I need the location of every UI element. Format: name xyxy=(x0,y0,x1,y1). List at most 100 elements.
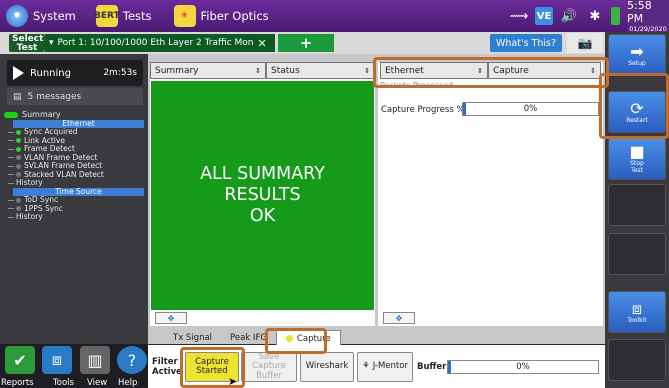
clock: 5:58 PM 01/29/2020 xyxy=(627,0,669,33)
pane-nav-icon[interactable]: ✥ xyxy=(383,312,415,324)
message-icon: ▤ xyxy=(13,91,22,102)
tests-icon: BERT xyxy=(94,5,120,27)
tab-tx-signal[interactable]: Tx Signal xyxy=(164,330,221,346)
test-label: Test xyxy=(16,43,38,53)
j-mentor-button[interactable]: ⚘ J-Mentor xyxy=(357,352,413,382)
add-test-button[interactable]: + xyxy=(278,34,334,52)
tree-connector xyxy=(8,199,14,201)
tree-connector xyxy=(8,131,14,133)
tab-fiber-optics-label: Fiber Optics xyxy=(200,9,269,23)
whats-this-button[interactable]: What's This? xyxy=(490,34,562,52)
summary-line-1: ALL SUMMARY xyxy=(200,164,325,184)
capture-progress-value: 0% xyxy=(523,104,538,114)
help-icon[interactable]: ? xyxy=(117,346,147,374)
setup-button[interactable]: ➡ Setup xyxy=(608,34,666,76)
view-icon[interactable]: ▥ xyxy=(80,346,110,374)
status-dot-icon xyxy=(16,155,21,161)
dock-tools[interactable]: Tools xyxy=(53,378,74,388)
tree-connector xyxy=(8,216,14,218)
run-status-label: Running xyxy=(30,67,71,79)
close-icon[interactable]: ✕ xyxy=(258,37,267,50)
tree-connector xyxy=(8,148,14,150)
arrow-right-icon: ➡ xyxy=(630,41,644,61)
port-tab-label: Port 1: 10/100/1000 Eth Layer 2 Traffic … xyxy=(57,38,254,48)
ve-icon: VE xyxy=(535,7,553,25)
status-dot-icon xyxy=(16,129,21,135)
reports-icon[interactable]: ✔ xyxy=(5,346,35,374)
subcategory-dropdown[interactable]: Status ⇕ xyxy=(266,62,375,79)
ok-pill xyxy=(4,112,18,119)
stop-test-button[interactable]: ■ Stop Test xyxy=(608,138,666,180)
buffer-progress-value: 0% xyxy=(516,362,530,372)
results-pane-right: Ethernet ⇕ Capture ⇕ Packets Processed Cap… xyxy=(378,62,603,326)
dock-reports[interactable]: Reports xyxy=(1,378,34,388)
tab-tests[interactable]: BERT Tests xyxy=(90,0,158,32)
buffer-progress-bar: 0% xyxy=(447,360,599,374)
pane-nav-icon[interactable]: ✥ xyxy=(155,312,187,324)
status-dot-icon xyxy=(16,206,21,212)
tab-fiber-optics[interactable]: ✳ Fiber Optics xyxy=(168,0,275,32)
empty-softkey[interactable] xyxy=(608,184,666,226)
results-tree: Summary Ethernet Sync Acquired Link Activ… xyxy=(4,110,144,222)
highlight-capture-tab xyxy=(265,328,327,354)
stop-icon: ■ xyxy=(629,142,645,161)
camera-icon[interactable]: 📷 xyxy=(567,33,603,53)
tree-connector xyxy=(8,157,14,159)
run-status[interactable]: Running 2m:53s xyxy=(7,60,143,86)
chevron-down-icon[interactable]: ▾ xyxy=(49,38,54,48)
test-bar: Select Test ▾ Port 1: 10/100/1000 Eth La… xyxy=(0,32,605,54)
select-test-button[interactable]: Select Test xyxy=(9,34,45,53)
dock-help[interactable]: Help xyxy=(118,378,137,388)
save-buffer-line1: Save Capture xyxy=(252,351,286,372)
bottom-dock: ✔ ⧈ ▥ ? Reports Tools View Help xyxy=(0,344,148,388)
top-bar: ✹ System BERT Tests ✳ Fiber Optics ⟿ VE … xyxy=(0,0,669,33)
tree-connector xyxy=(8,174,14,176)
save-buffer-line2: Buffer xyxy=(256,370,282,381)
bluetooth-icon: ✱ xyxy=(589,8,601,24)
tab-system-label: System xyxy=(33,9,76,23)
status-dot-icon xyxy=(16,172,21,178)
tools-icon[interactable]: ⧈ xyxy=(42,346,72,374)
toolbox-icon: ⧈ xyxy=(631,298,643,318)
status-dot-icon xyxy=(16,138,21,144)
messages-label: 5 messages xyxy=(27,91,82,102)
summary-ok-box: ALL SUMMARY RESULTS OK xyxy=(151,81,374,310)
stop-label-1: Stop xyxy=(630,160,644,167)
save-capture-buffer-button[interactable]: Save Capture Buffer xyxy=(241,352,297,382)
messages-button[interactable]: ▤ 5 messages xyxy=(7,88,143,105)
tree-connector xyxy=(8,208,14,210)
buffer-label: Buffer xyxy=(417,362,447,372)
filter-active-label: Filter Active xyxy=(152,357,182,377)
active-label: Active xyxy=(152,367,182,377)
highlight-dropdowns xyxy=(373,57,609,88)
category-dropdown[interactable]: Summary ⇕ xyxy=(150,62,266,79)
port-tab[interactable]: ▾ Port 1: 10/100/1000 Eth Layer 2 Traffi… xyxy=(45,34,275,52)
left-panel: Running 2m:53s ▤ 5 messages Summary Ethe… xyxy=(0,54,148,344)
dropdown-arrow-icon: ⇕ xyxy=(364,66,370,75)
tab-tests-label: Tests xyxy=(122,9,152,23)
setup-label: Setup xyxy=(628,59,646,67)
empty-softkey[interactable] xyxy=(608,233,666,275)
category-dropdown-value: Summary xyxy=(155,65,199,76)
tree-summary-label: Summary xyxy=(22,110,61,119)
stop-label-2: Test xyxy=(631,167,643,174)
tab-system[interactable]: ✹ System xyxy=(0,0,82,32)
buffer-progress-fill xyxy=(448,361,451,373)
summary-line-3: OK xyxy=(249,206,276,226)
dock-view[interactable]: View xyxy=(87,378,107,388)
wireshark-button[interactable]: Wireshark xyxy=(300,352,354,382)
tree-item-label: History xyxy=(16,212,43,221)
capture-progress-label: Capture Progress % xyxy=(381,105,465,115)
fiber-optics-icon: ✳ xyxy=(173,5,196,27)
highlight-restart xyxy=(599,73,669,139)
tree-item[interactable]: History xyxy=(4,212,144,222)
toolkit-label: Toolkit xyxy=(627,316,647,324)
link-icon: ⟿ xyxy=(509,8,529,24)
filter-label: Filter xyxy=(152,357,178,367)
results-area: Summary ⇕ Status ⇕ ALL SUMMARY RESULTS OK … xyxy=(148,54,605,346)
status-dot-icon xyxy=(16,146,21,152)
empty-softkey[interactable] xyxy=(608,339,666,381)
j-mentor-label: J-Mentor xyxy=(372,361,408,372)
toolkit-button[interactable]: ⧈ Toolkit xyxy=(608,291,666,333)
tree-connector xyxy=(8,140,14,142)
